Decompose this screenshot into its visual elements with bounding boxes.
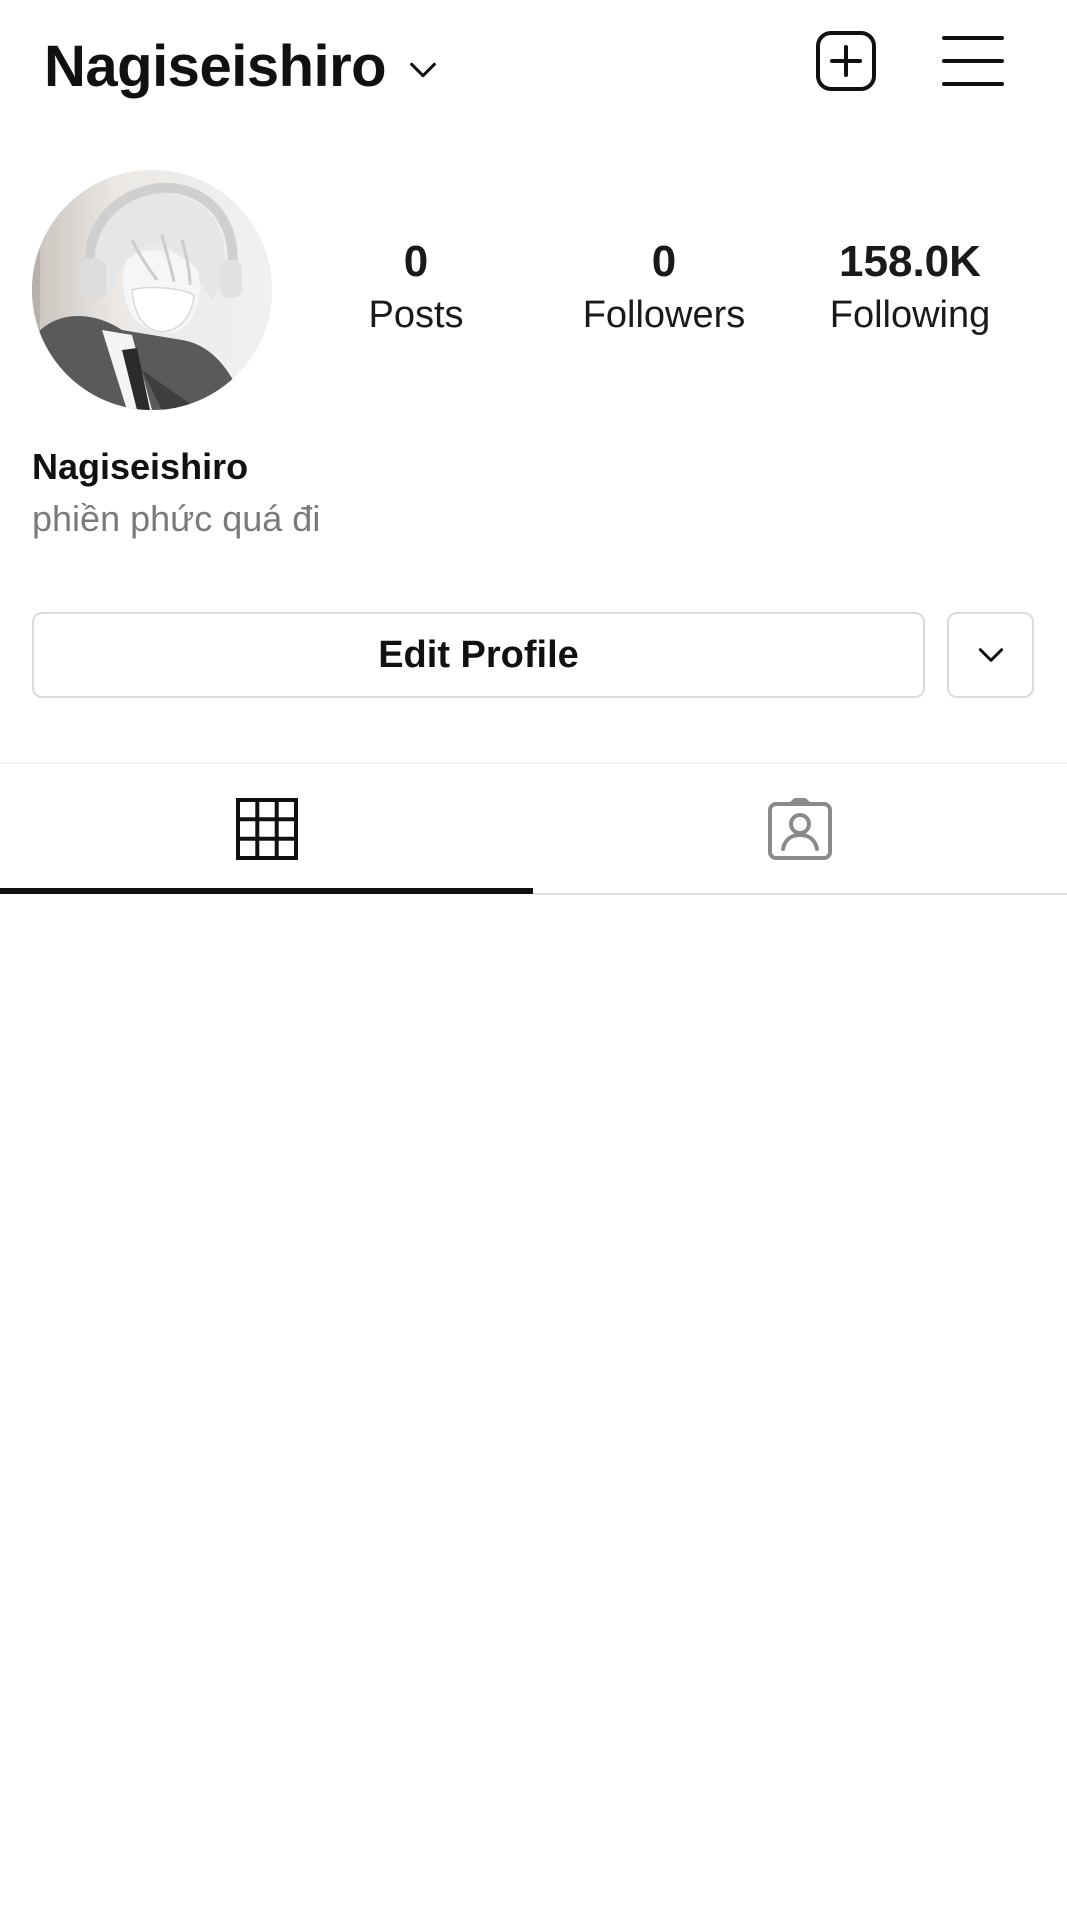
menu-button[interactable] [942, 30, 1004, 92]
tab-tagged[interactable] [533, 764, 1066, 894]
top-bar: Nagiseishiro [0, 0, 1067, 130]
followers-count[interactable]: 0 Followers [544, 236, 784, 342]
add-post-button[interactable] [815, 30, 877, 92]
posts-count[interactable]: 0 Posts [296, 236, 536, 342]
profile-page: Nagiseishiro 0 Posts 0 Followers 158.0K … [0, 0, 1067, 1920]
chevron-down-icon [410, 62, 437, 78]
posts-value: 0 [403, 237, 429, 286]
header-username: Nagiseishiro [44, 33, 387, 99]
bio-text: phiền phức quá đi [32, 498, 321, 539]
tabs-bottom-divider [533, 893, 1067, 895]
followers-label: Followers [582, 294, 746, 336]
chevron-down-icon [978, 648, 1003, 662]
active-tab-indicator [0, 888, 533, 894]
grid-icon [235, 798, 298, 860]
plus-square-icon [816, 31, 876, 91]
display-name: Nagiseishiro [32, 446, 249, 487]
following-label: Following [829, 294, 991, 336]
tab-posts-grid[interactable] [0, 764, 533, 894]
posts-grid-empty [0, 896, 1067, 1920]
edit-profile-button[interactable]: Edit Profile [32, 612, 925, 698]
following-count[interactable]: 158.0K Following [790, 236, 1030, 342]
suggested-accounts-button[interactable] [947, 612, 1034, 698]
followers-value: 0 [651, 237, 677, 286]
profile-stats: 0 Posts 0 Followers 158.0K Following [0, 236, 1067, 356]
tagged-person-icon [767, 798, 832, 860]
account-switcher[interactable]: Nagiseishiro [44, 28, 440, 104]
hamburger-menu-icon [942, 36, 1004, 86]
posts-label: Posts [368, 294, 464, 336]
following-value: 158.0K [839, 237, 981, 286]
